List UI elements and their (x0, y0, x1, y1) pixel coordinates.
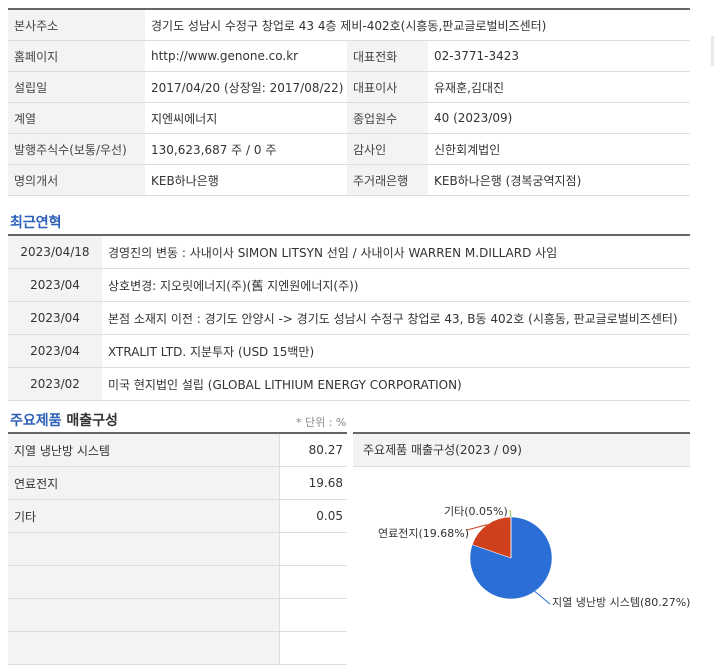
history-date: 2023/04 (8, 335, 102, 368)
history-row: 2023/04/18 경영진의 변동 : 사내이사 SIMON LITSYN 선… (8, 235, 690, 269)
history-date: 2023/02 (8, 368, 102, 401)
product-row (8, 632, 347, 665)
history-text: XTRALIT LTD. 지분투자 (USD 15백만) (102, 335, 690, 368)
product-name: 연료전지 (8, 467, 280, 500)
history-row: 2023/04 상호변경: 지오릿에너지(주)(舊 지엔원에너지(주)) (8, 269, 690, 302)
leader-geothermal (535, 591, 550, 604)
product-value (280, 566, 348, 599)
company-info-table: 본사주소 경기도 성남시 수정구 창업로 43 4층 제비-402호(시흥동,판… (8, 8, 690, 196)
info-value: 130,623,687 주 / 0 주 (145, 134, 347, 165)
info-label: 감사인 (347, 134, 428, 165)
info-value: KEB하나은행 (145, 165, 347, 196)
unit-note: * 단위 : % (296, 414, 346, 430)
product-row (8, 599, 347, 632)
label-fuelcell: 연료전지(19.68%) (378, 525, 469, 541)
info-label: 본사주소 (8, 9, 145, 41)
product-row: 기타 0.05 (8, 500, 347, 533)
info-value: 신한회계법인 (428, 134, 690, 165)
history-row: 2023/04 본점 소재지 이전 : 경기도 안양시 -> 경기도 성남시 수… (8, 302, 690, 335)
product-name (8, 599, 280, 632)
history-text: 상호변경: 지오릿에너지(주)(舊 지엔원에너지(주)) (102, 269, 690, 302)
info-label: 종업원수 (347, 103, 428, 134)
product-value: 0.05 (280, 500, 348, 533)
products-table: 지열 냉난방 시스템 80.27 연료전지 19.68 기타 0.05 (8, 432, 347, 665)
product-row (8, 566, 347, 599)
pie-chart (353, 467, 690, 647)
sales-composition-panel: 주요제품 매출구성(2023 / 09) 기타(0.05%) 연료전지(19.6… (353, 432, 690, 654)
history-table: 2023/04/18 경영진의 변동 : 사내이사 SIMON LITSYN 선… (8, 234, 690, 401)
chart-header: 주요제품 매출구성(2023 / 09) (353, 434, 690, 467)
info-label: 설립일 (8, 72, 145, 103)
info-label: 홈페이지 (8, 41, 145, 72)
product-row: 지열 냉난방 시스템 80.27 (8, 433, 347, 467)
history-row: 2023/02 미국 현지법인 설립 (GLOBAL LITHIUM ENERG… (8, 368, 690, 401)
homepage-link[interactable]: http://www.genone.co.kr (145, 41, 347, 72)
history-date: 2023/04/18 (8, 235, 102, 269)
info-row: 명의개서 KEB하나은행 주거래은행 KEB하나은행 (경복궁역지점) (8, 165, 690, 196)
info-label: 계열 (8, 103, 145, 134)
products-title: 주요제품 매출구성 (10, 410, 118, 430)
info-row: 발행주식수(보통/우선) 130,623,687 주 / 0 주 감사인 신한회… (8, 134, 690, 165)
product-name: 지열 냉난방 시스템 (8, 433, 280, 467)
info-value: 경기도 성남시 수정구 창업로 43 4층 제비-402호(시흥동,판교글로벌비… (145, 9, 690, 41)
product-value: 80.27 (280, 433, 348, 467)
product-value (280, 632, 348, 665)
info-label: 발행주식수(보통/우선) (8, 134, 145, 165)
info-label: 명의개서 (8, 165, 145, 196)
leader-other (510, 510, 511, 517)
product-name (8, 533, 280, 566)
info-value: 유재훈,김대진 (428, 72, 690, 103)
history-text: 본점 소재지 이전 : 경기도 안양시 -> 경기도 성남시 수정구 창업로 4… (102, 302, 690, 335)
info-row: 계열 지엔씨에너지 종업원수 40 (2023/09) (8, 103, 690, 134)
product-row (8, 533, 347, 566)
label-other: 기타(0.05%) (444, 503, 508, 519)
info-row: 홈페이지 http://www.genone.co.kr 대표전화 02-377… (8, 41, 690, 72)
product-name (8, 566, 280, 599)
info-label: 대표전화 (347, 41, 428, 72)
info-label: 대표이사 (347, 72, 428, 103)
history-date: 2023/04 (8, 269, 102, 302)
info-value: 02-3771-3423 (428, 41, 690, 72)
info-value: 지엔씨에너지 (145, 103, 347, 134)
products-title-highlight: 주요제품 (10, 413, 62, 429)
product-name (8, 632, 280, 665)
history-text: 경영진의 변동 : 사내이사 SIMON LITSYN 선임 / 사내이사 WA… (102, 235, 690, 269)
products-title-rest: 매출구성 (62, 413, 118, 429)
history-title: 최근연혁 (10, 212, 62, 232)
info-value: 2017/04/20 (상장일: 2017/08/22) (145, 72, 347, 103)
info-row: 본사주소 경기도 성남시 수정구 창업로 43 4층 제비-402호(시흥동,판… (8, 9, 690, 41)
history-text: 미국 현지법인 설립 (GLOBAL LITHIUM ENERGY CORPOR… (102, 368, 690, 401)
product-name: 기타 (8, 500, 280, 533)
label-geothermal: 지열 냉난방 시스템(80.27%) (552, 594, 690, 610)
info-row: 설립일 2017/04/20 (상장일: 2017/08/22) 대표이사 유재… (8, 72, 690, 103)
product-value (280, 599, 348, 632)
product-row: 연료전지 19.68 (8, 467, 347, 500)
info-label: 주거래은행 (347, 165, 428, 196)
history-date: 2023/04 (8, 302, 102, 335)
history-row: 2023/04 XTRALIT LTD. 지분투자 (USD 15백만) (8, 335, 690, 368)
info-value: 40 (2023/09) (428, 103, 690, 134)
product-value: 19.68 (280, 467, 348, 500)
chart-body: 기타(0.05%) 연료전지(19.68%) 지열 냉난방 시스템(80.27%… (353, 467, 690, 647)
info-value: KEB하나은행 (경복궁역지점) (428, 165, 690, 196)
product-value (280, 533, 348, 566)
